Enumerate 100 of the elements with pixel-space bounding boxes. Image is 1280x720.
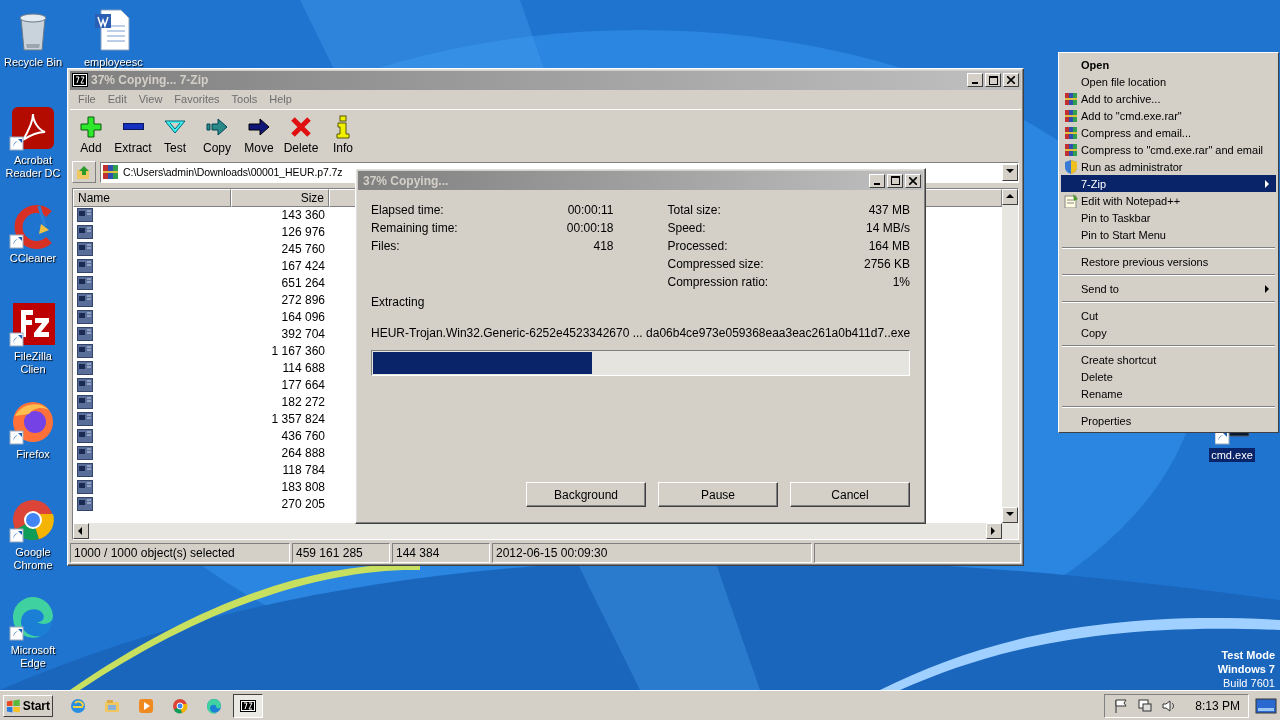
- status-field: 2012-06-15 00:09:30: [492, 543, 812, 563]
- menu-item[interactable]: Rename: [1061, 385, 1276, 402]
- scroll-down-button[interactable]: [1002, 507, 1018, 524]
- taskbar-app-button[interactable]: [233, 693, 263, 718]
- menu-item[interactable]: Edit with Notepad++: [1061, 192, 1276, 209]
- status-field: 1000 / 1000 object(s) selected: [70, 543, 290, 563]
- icon-label: CCleaner: [9, 252, 57, 265]
- network-icon[interactable]: [1137, 697, 1154, 714]
- minimize-button[interactable]: [967, 73, 983, 88]
- menu-item[interactable]: Restore previous versions: [1061, 253, 1276, 270]
- stat-label: Remaining time:: [371, 221, 459, 235]
- stat-value: 418: [592, 239, 614, 253]
- minus-icon: [122, 122, 144, 130]
- menu-item[interactable]: Pin to Start Menu: [1061, 226, 1276, 243]
- maximize-icon: [988, 75, 998, 85]
- start-button[interactable]: Start: [3, 694, 53, 717]
- system-notice: Test Mode: [1221, 648, 1275, 662]
- table-cell-text: 126 976: [280, 225, 325, 240]
- icon-label: Recycle Bin: [3, 56, 63, 69]
- file-icon: [77, 242, 93, 257]
- toolbar-button[interactable]: Info: [322, 110, 364, 159]
- close-icon: [909, 176, 917, 185]
- icon-label: Microsoft Edge: [9, 644, 57, 670]
- filezilla-icon[interactable]: [9, 300, 57, 348]
- clock[interactable]: 8:13 PM: [1195, 698, 1240, 713]
- dialog-button[interactable]: Pause: [658, 482, 778, 507]
- close-icon: [1007, 76, 1015, 85]
- file-icon: [77, 225, 93, 240]
- table-cell-text: 167 424: [280, 259, 325, 274]
- show-desktop-icon[interactable]: [1255, 696, 1277, 715]
- menu-item[interactable]: Tools: [225, 93, 264, 106]
- horizontal-scrollbar[interactable]: [73, 523, 1018, 540]
- toolbar-button[interactable]: Copy: [196, 110, 238, 159]
- scroll-right-button[interactable]: [986, 523, 1002, 540]
- dropdown-button[interactable]: [1002, 163, 1018, 181]
- dialog-button[interactable]: Cancel: [790, 482, 910, 507]
- close-button[interactable]: [905, 173, 921, 188]
- menu-item[interactable]: Run as administrator: [1061, 158, 1276, 175]
- folder-up-icon: [76, 164, 92, 181]
- chrome-icon: [172, 697, 188, 714]
- file-icon: [77, 208, 93, 223]
- toolbar-button[interactable]: Add: [70, 110, 112, 159]
- menu-item[interactable]: Delete: [1061, 368, 1276, 385]
- file-icon: [77, 310, 93, 325]
- menu-item[interactable]: Create shortcut: [1061, 351, 1276, 368]
- vertical-scrollbar[interactable]: [1002, 188, 1018, 524]
- file-icon: [77, 463, 93, 478]
- file-icon: [77, 327, 93, 342]
- menu-item[interactable]: 7-Zip: [1061, 175, 1276, 192]
- up-folder-button[interactable]: [72, 161, 96, 184]
- menu-item[interactable]: Send to: [1061, 280, 1276, 297]
- toolbar-button[interactable]: Extract: [112, 110, 154, 159]
- table-cell-text: 164 096: [280, 310, 325, 325]
- menu-item[interactable]: Compress and email...: [1061, 124, 1276, 141]
- maximize-button[interactable]: [985, 73, 1001, 88]
- minimize-button[interactable]: [869, 173, 885, 188]
- archive-icon: [1064, 108, 1079, 123]
- toolbar-button[interactable]: Test: [154, 110, 196, 159]
- browser-icon: [70, 697, 86, 714]
- menu-item[interactable]: Compress to "cmd.exe.rar" and email: [1061, 141, 1276, 158]
- menu-item[interactable]: Open file location: [1061, 73, 1276, 90]
- menu-item[interactable]: Edit: [101, 93, 133, 106]
- menu-item[interactable]: Help: [263, 93, 298, 106]
- menu-item[interactable]: View: [132, 93, 169, 106]
- close-button[interactable]: [1003, 73, 1019, 88]
- toolbar-button[interactable]: Delete: [280, 110, 322, 159]
- table-cell-text: 264 888: [280, 446, 325, 461]
- archive-icon: [1064, 125, 1079, 140]
- windows-logo-icon: [6, 698, 21, 713]
- play-icon: [138, 697, 154, 714]
- table-cell-text: 118 784: [281, 463, 325, 478]
- menu-item[interactable]: Pin to Taskbar: [1061, 209, 1276, 226]
- table-cell-text: 272 896: [280, 293, 325, 308]
- column-header[interactable]: Size: [231, 188, 329, 207]
- flag-icon[interactable]: [1113, 697, 1130, 714]
- status-field: 459 161 285: [292, 543, 390, 563]
- menu-item[interactable]: Favorites: [168, 93, 226, 106]
- menu-item[interactable]: Copy: [1061, 324, 1276, 341]
- column-header[interactable]: Name: [73, 188, 231, 207]
- stat-label: Processed:: [667, 239, 729, 253]
- toolbar-button[interactable]: Move: [238, 110, 280, 159]
- menu-item[interactable]: Add to "cmd.exe.rar": [1061, 107, 1276, 124]
- archive-icon: [1064, 142, 1079, 157]
- stat-label: Total size:: [667, 203, 722, 217]
- table-cell-text: 245 760: [280, 242, 325, 257]
- dialog-button[interactable]: Background: [526, 482, 646, 507]
- minimize-icon: [972, 82, 978, 85]
- menu-item[interactable]: Open: [1061, 56, 1276, 73]
- file-icon: [77, 259, 93, 274]
- menu-item[interactable]: Cut: [1061, 307, 1276, 324]
- menu-item[interactable]: Properties: [1061, 412, 1276, 429]
- scroll-left-button[interactable]: [73, 523, 89, 540]
- acrobat-icon[interactable]: [9, 104, 57, 152]
- maximize-button[interactable]: [887, 173, 903, 188]
- file-icon: [77, 497, 93, 512]
- table-cell-text: 114 688: [281, 361, 325, 376]
- window-title: 37% Copying...: [363, 173, 450, 188]
- scroll-up-button[interactable]: [1002, 188, 1018, 205]
- app-icon: [72, 73, 88, 88]
- menu-item[interactable]: Add to archive...: [1061, 90, 1276, 107]
